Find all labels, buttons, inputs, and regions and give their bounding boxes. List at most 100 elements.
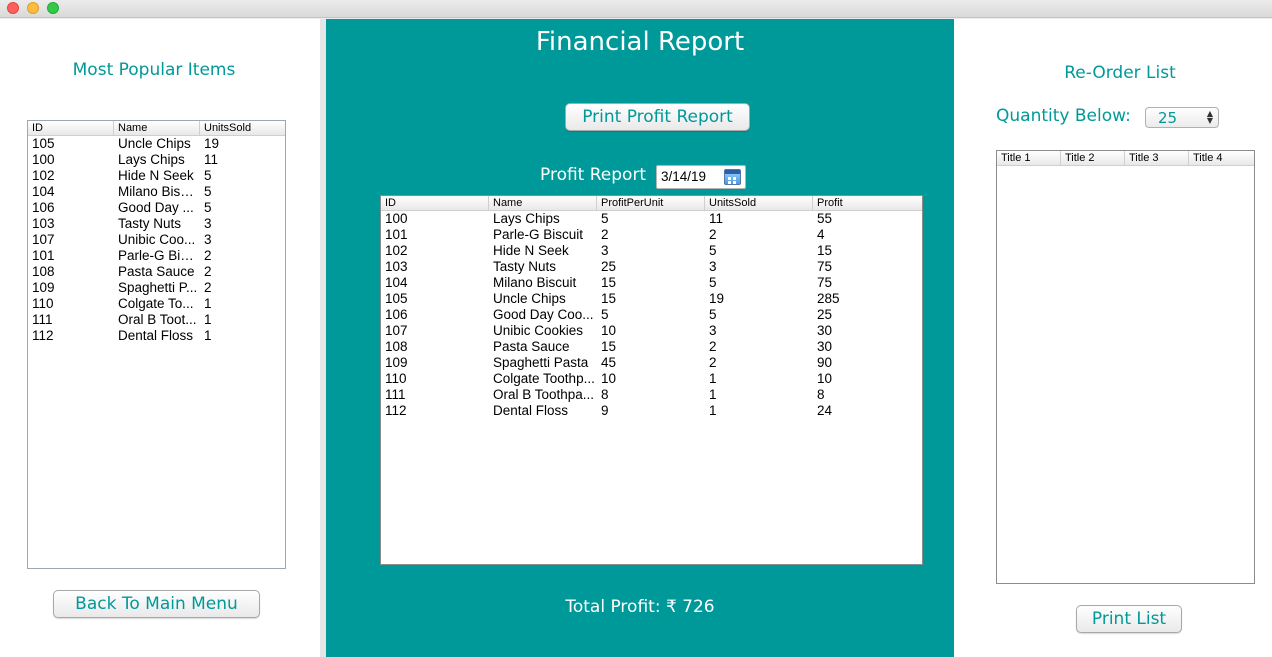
table-row[interactable]: 105 Uncle Chips 15 19 285 [381,291,922,307]
table-cell: Oral B Toot... [118,312,197,327]
table-cell: Lays Chips [493,211,560,226]
date-picker[interactable]: 3/14/19 [656,165,746,189]
profit-report-table[interactable]: ID Name ProfitPerUnit UnitsSold Profit 1… [380,195,923,565]
back-to-main-menu-button[interactable]: Back To Main Menu [53,590,260,618]
table-cell: Hide N Seek [118,168,194,183]
table-row[interactable]: 102 Hide N Seek 3 5 15 [381,243,922,259]
calendar-icon[interactable] [724,169,741,185]
date-value[interactable]: 3/14/19 [661,169,706,184]
column-header-units-sold[interactable]: UnitsSold [200,121,285,135]
column-header-profit-per-unit[interactable]: ProfitPerUnit [597,196,705,210]
column-header-id[interactable]: ID [381,196,489,210]
table-cell: 8 [817,387,825,402]
table-row[interactable]: 112 Dental Floss 1 [28,328,285,344]
column-header-name[interactable]: Name [489,196,597,210]
table-cell: 3 [601,243,609,258]
table-cell: 2 [204,248,212,263]
table-row[interactable]: 109 Spaghetti P... 2 [28,280,285,296]
table-row[interactable]: 100 Lays Chips 11 [28,152,285,168]
table-header: ID Name ProfitPerUnit UnitsSold Profit [381,196,922,211]
table-cell: Dental Floss [493,403,569,418]
table-cell: 109 [385,355,408,370]
table-cell: Lays Chips [118,152,185,167]
table-row[interactable]: 108 Pasta Sauce 2 [28,264,285,280]
table-cell: 105 [32,136,55,151]
table-cell: 5 [601,211,609,226]
table-row[interactable]: 104 Milano Biscuit 15 5 75 [381,275,922,291]
quantity-below-select[interactable]: 25 ▲ ▼ [1145,107,1219,128]
column-header-title-4[interactable]: Title 4 [1189,151,1254,165]
table-row[interactable]: 100 Lays Chips 5 11 55 [381,211,922,227]
table-cell: 3 [204,232,212,247]
table-row[interactable]: 103 Tasty Nuts 3 [28,216,285,232]
table-cell: Tasty Nuts [118,216,182,231]
quantity-below-label: Quantity Below: [996,106,1131,126]
table-cell: 11 [204,152,219,167]
table-cell: 75 [817,259,833,274]
column-header-title-2[interactable]: Title 2 [1061,151,1125,165]
column-header-title-1[interactable]: Title 1 [997,151,1061,165]
table-cell: 25 [601,259,617,274]
table-row[interactable]: 111 Oral B Toothpa... 8 1 8 [381,387,922,403]
table-row[interactable]: 109 Spaghetti Pasta 45 2 90 [381,355,922,371]
table-body: 100 Lays Chips 5 11 55 101 Parle-G Biscuit 2 2 4 1… [381,211,922,419]
table-cell: Pasta Sauce [118,264,195,279]
table-row[interactable]: 103 Tasty Nuts 25 3 75 [381,259,922,275]
print-list-button[interactable]: Print List [1076,605,1182,633]
table-cell: 30 [817,339,833,354]
table-cell: 90 [817,355,833,370]
table-cell: 55 [817,211,833,226]
table-row[interactable]: 106 Good Day Coo... 5 5 25 [381,307,922,323]
table-row[interactable]: 101 Parle-G Bisc... 2 [28,248,285,264]
table-cell: 8 [601,387,609,402]
column-header-name[interactable]: Name [114,121,200,135]
table-cell: 75 [817,275,833,290]
table-cell: 1 [204,328,212,343]
table-row[interactable]: 104 Milano Biscuit 5 [28,184,285,200]
table-cell: 1 [204,296,212,311]
table-cell: 30 [817,323,833,338]
minimize-window-icon[interactable] [27,2,39,14]
column-header-title-3[interactable]: Title 3 [1125,151,1189,165]
table-row[interactable]: 101 Parle-G Biscuit 2 2 4 [381,227,922,243]
table-row[interactable]: 107 Unibic Coo... 3 [28,232,285,248]
table-cell: 106 [385,307,408,322]
table-cell: 15 [601,275,617,290]
print-profit-report-button[interactable]: Print Profit Report [565,103,750,131]
zoom-window-icon[interactable] [47,2,59,14]
reorder-list-heading: Re-Order List [1064,63,1176,83]
column-header-units-sold[interactable]: UnitsSold [705,196,813,210]
table-cell: 104 [385,275,408,290]
table-row[interactable]: 112 Dental Floss 9 1 24 [381,403,922,419]
table-cell: Uncle Chips [118,136,191,151]
table-cell: 2 [709,339,717,354]
table-cell: 3 [709,323,717,338]
table-cell: 10 [601,323,617,338]
table-cell: 103 [385,259,408,274]
table-cell: 2 [204,264,212,279]
table-row[interactable]: 102 Hide N Seek 5 [28,168,285,184]
table-cell: 106 [32,200,55,215]
table-row[interactable]: 110 Colgate To... 1 [28,296,285,312]
close-window-icon[interactable] [7,2,19,14]
column-header-id[interactable]: ID [28,121,114,135]
table-cell: Milano Biscuit [493,275,577,290]
table-row[interactable]: 111 Oral B Toot... 1 [28,312,285,328]
table-cell: Parle-G Biscuit [493,227,584,242]
column-header-profit[interactable]: Profit [813,196,922,210]
table-cell: 285 [817,291,840,306]
popular-items-table[interactable]: ID Name UnitsSold 105 Uncle Chips 19 100 Lay… [27,120,286,569]
table-cell: Unibic Cookies [493,323,584,338]
table-cell: 110 [385,371,407,386]
table-row[interactable]: 105 Uncle Chips 19 [28,136,285,152]
table-cell: 102 [385,243,408,258]
table-row[interactable]: 106 Good Day ... 5 [28,200,285,216]
table-cell: 3 [204,216,212,231]
table-row[interactable]: 107 Unibic Cookies 10 3 30 [381,323,922,339]
table-cell: 105 [385,291,408,306]
table-row[interactable]: 108 Pasta Sauce 15 2 30 [381,339,922,355]
reorder-list-table[interactable]: Title 1 Title 2 Title 3 Title 4 [996,150,1255,584]
table-cell: 4 [817,227,825,242]
table-row[interactable]: 110 Colgate Toothp... 10 1 10 [381,371,922,387]
table-cell: 101 [32,248,55,263]
